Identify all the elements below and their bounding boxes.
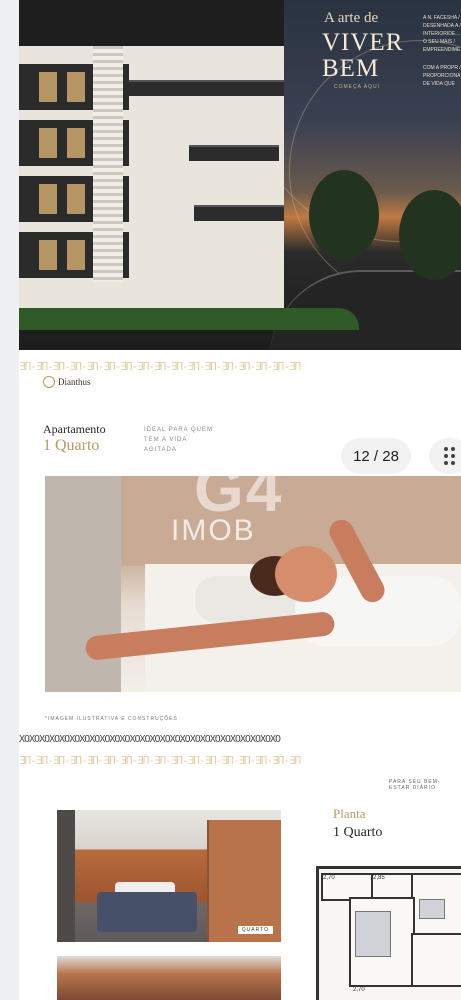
pattern-strip: ƎП-ƎП-ƎП-ƎП-ƎП-ƎП-ƎП-ƎП-ƎП-ƎП-ƎП-ƎП-ƎП-Ǝ…	[19, 754, 301, 767]
hero-title-small: A arte de	[324, 10, 379, 26]
pattern-strip: ƎП-ƎП-ƎП-ƎП-ƎП-ƎП-ƎП-ƎП-ƎП-ƎП-ƎП-ƎП-ƎП-Ǝ…	[19, 360, 301, 373]
section-tagline: PARA SEU BEM-ESTAR DIÁRIO	[389, 779, 441, 791]
room-tag: QUARTO	[237, 926, 273, 934]
hedge	[19, 308, 359, 330]
tagline-line: TEM A VIDA	[144, 437, 188, 443]
plan-measure: 2,70	[353, 987, 365, 993]
hero-side-text-2: COM A PROPR / PROPORCIONA / DE VIDA QUE	[423, 65, 461, 87]
tagline-line: IDEAL PARA QUEM	[144, 427, 214, 433]
pattern-strip-dark: XOXOXOXOXOXOXOXOXOXOXOXOXOXOXOXOXOXOXOXO…	[19, 734, 281, 745]
watermark-text: IMOB	[171, 514, 256, 547]
plan-measure: 2,85	[373, 875, 385, 881]
building-render	[19, 0, 284, 320]
hero-title: VIVER BEM	[322, 30, 403, 82]
table-icon	[419, 899, 445, 919]
gallery-grid-button[interactable]	[429, 438, 461, 474]
hero-title-line1: VIVER	[322, 29, 404, 56]
photo-caption: *IMAGEM ILUSTRATIVA E CONSTRUÇÕES	[45, 716, 178, 722]
hero-title-line2: BEM	[322, 55, 380, 82]
brand: Dianthus	[43, 376, 91, 388]
tree	[309, 170, 379, 260]
tree	[399, 190, 461, 280]
plan-title: Planta	[333, 806, 366, 821]
bed-icon	[355, 911, 391, 957]
second-room-render	[57, 956, 281, 1000]
hero-subtitle: COMEÇA AQUI	[334, 84, 381, 90]
left-gutter	[0, 0, 19, 1000]
hero-side-text: A N. FACESHA / DESENHADA A / INTERIORIDE…	[423, 15, 461, 53]
brand-logo-icon	[43, 376, 55, 388]
brand-name: Dianthus	[58, 377, 91, 387]
apartment-tagline: IDEAL PARA QUEM TEM A VIDA AGITADA	[144, 425, 213, 455]
hero-image: A arte de VIVER BEM COMEÇA AQUI A N. FAC…	[19, 0, 461, 350]
document-page: A arte de VIVER BEM COMEÇA AQUI A N. FAC…	[19, 0, 461, 1000]
plan-subtitle: 1 Quarto	[333, 825, 383, 840]
floor-plan: 2,70 2,85 2,70	[316, 866, 461, 1000]
gallery-counter[interactable]: 12 / 28	[341, 438, 411, 474]
apartment-title: Apartamento	[43, 422, 106, 436]
plan-measure: 2,70	[323, 875, 335, 881]
apartment-subtitle: 1 Quarto	[43, 437, 100, 454]
bedroom-render: QUARTO	[57, 810, 281, 942]
grid-dots-icon	[443, 447, 455, 465]
